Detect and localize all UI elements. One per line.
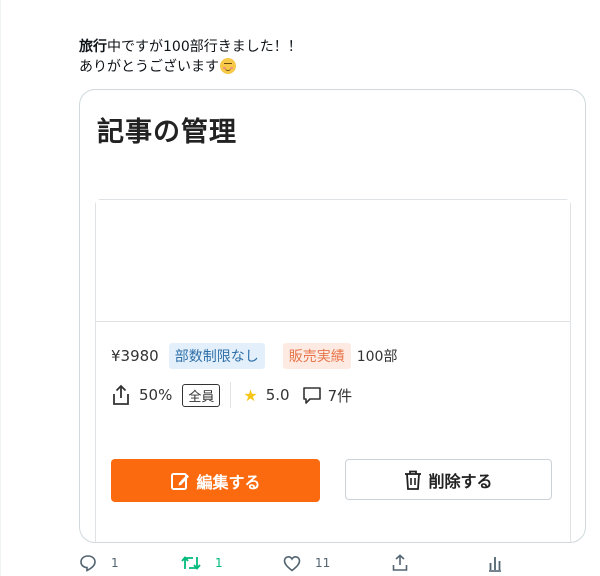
edit-button[interactable]: 編集する xyxy=(111,459,320,502)
smiling-face-emoji-icon xyxy=(220,58,236,74)
reply-action[interactable]: 1 xyxy=(79,552,119,574)
analytics-action[interactable] xyxy=(487,552,517,574)
like-icon xyxy=(283,555,301,572)
tweet-line-1: 旅行中ですが100部行きました！！ xyxy=(79,37,302,57)
trash-icon xyxy=(405,470,422,490)
analytics-icon xyxy=(489,557,501,572)
delete-button[interactable]: 削除する xyxy=(345,459,552,500)
unlimited-badge: 部数制限なし xyxy=(168,343,265,369)
tweet-line-1-text: 中ですが100部行きました！！ xyxy=(107,39,302,55)
share-action[interactable] xyxy=(392,552,422,574)
sales-count: 100部 xyxy=(356,349,398,365)
comment-count: 7件 xyxy=(327,386,353,405)
reply-count: 1 xyxy=(111,556,119,570)
reply-icon xyxy=(80,555,96,572)
tweet-text: 旅行中ですが100部行きました！！ ありがとうございます xyxy=(79,37,302,77)
comment-icon xyxy=(302,387,321,404)
edit-button-label: 編集する xyxy=(196,472,261,492)
share-icon xyxy=(392,554,408,571)
share-target-tag: 全員 xyxy=(182,383,221,407)
tweet-line-2: ありがとうございます xyxy=(79,57,302,77)
delete-button-label: 削除する xyxy=(428,471,493,491)
share-upload-icon xyxy=(113,384,129,405)
retweet-count: 1 xyxy=(215,556,223,570)
star-icon: ★ xyxy=(243,385,258,405)
stats-divider xyxy=(230,382,232,408)
article-card: ¥3980 部数制限なし 販売実績 100部 50% 全員 ★ 5.0 7件 編… xyxy=(95,199,571,542)
rating-value: 5.0 xyxy=(265,386,290,404)
edit-icon xyxy=(171,472,190,490)
card-title: 記事の管理 xyxy=(97,117,237,148)
sales-badge: 販売実績 xyxy=(282,343,351,369)
link-card[interactable]: 記事の管理 ¥3980 部数制限なし 販売実績 100部 50% 全員 ★ 5.… xyxy=(79,89,586,543)
share-percent: 50% xyxy=(139,386,173,404)
like-count: 11 xyxy=(315,556,331,570)
article-stats-row: 50% 全員 ★ 5.0 7件 xyxy=(111,380,352,410)
retweet-action[interactable]: 1 xyxy=(181,552,223,574)
article-thumbnail xyxy=(96,200,570,322)
like-action[interactable]: 11 xyxy=(283,552,330,574)
tweet-line-2-text: ありがとうございます xyxy=(79,59,219,75)
retweet-icon xyxy=(181,556,201,570)
tweet-bold-word[interactable]: 旅行 xyxy=(79,39,107,55)
article-price: ¥3980 xyxy=(111,347,159,365)
tweet-action-bar: 1 1 11 xyxy=(79,552,509,574)
timeline-divider xyxy=(0,0,1,576)
article-meta-row: ¥3980 部数制限なし 販売実績 100部 xyxy=(111,343,397,369)
